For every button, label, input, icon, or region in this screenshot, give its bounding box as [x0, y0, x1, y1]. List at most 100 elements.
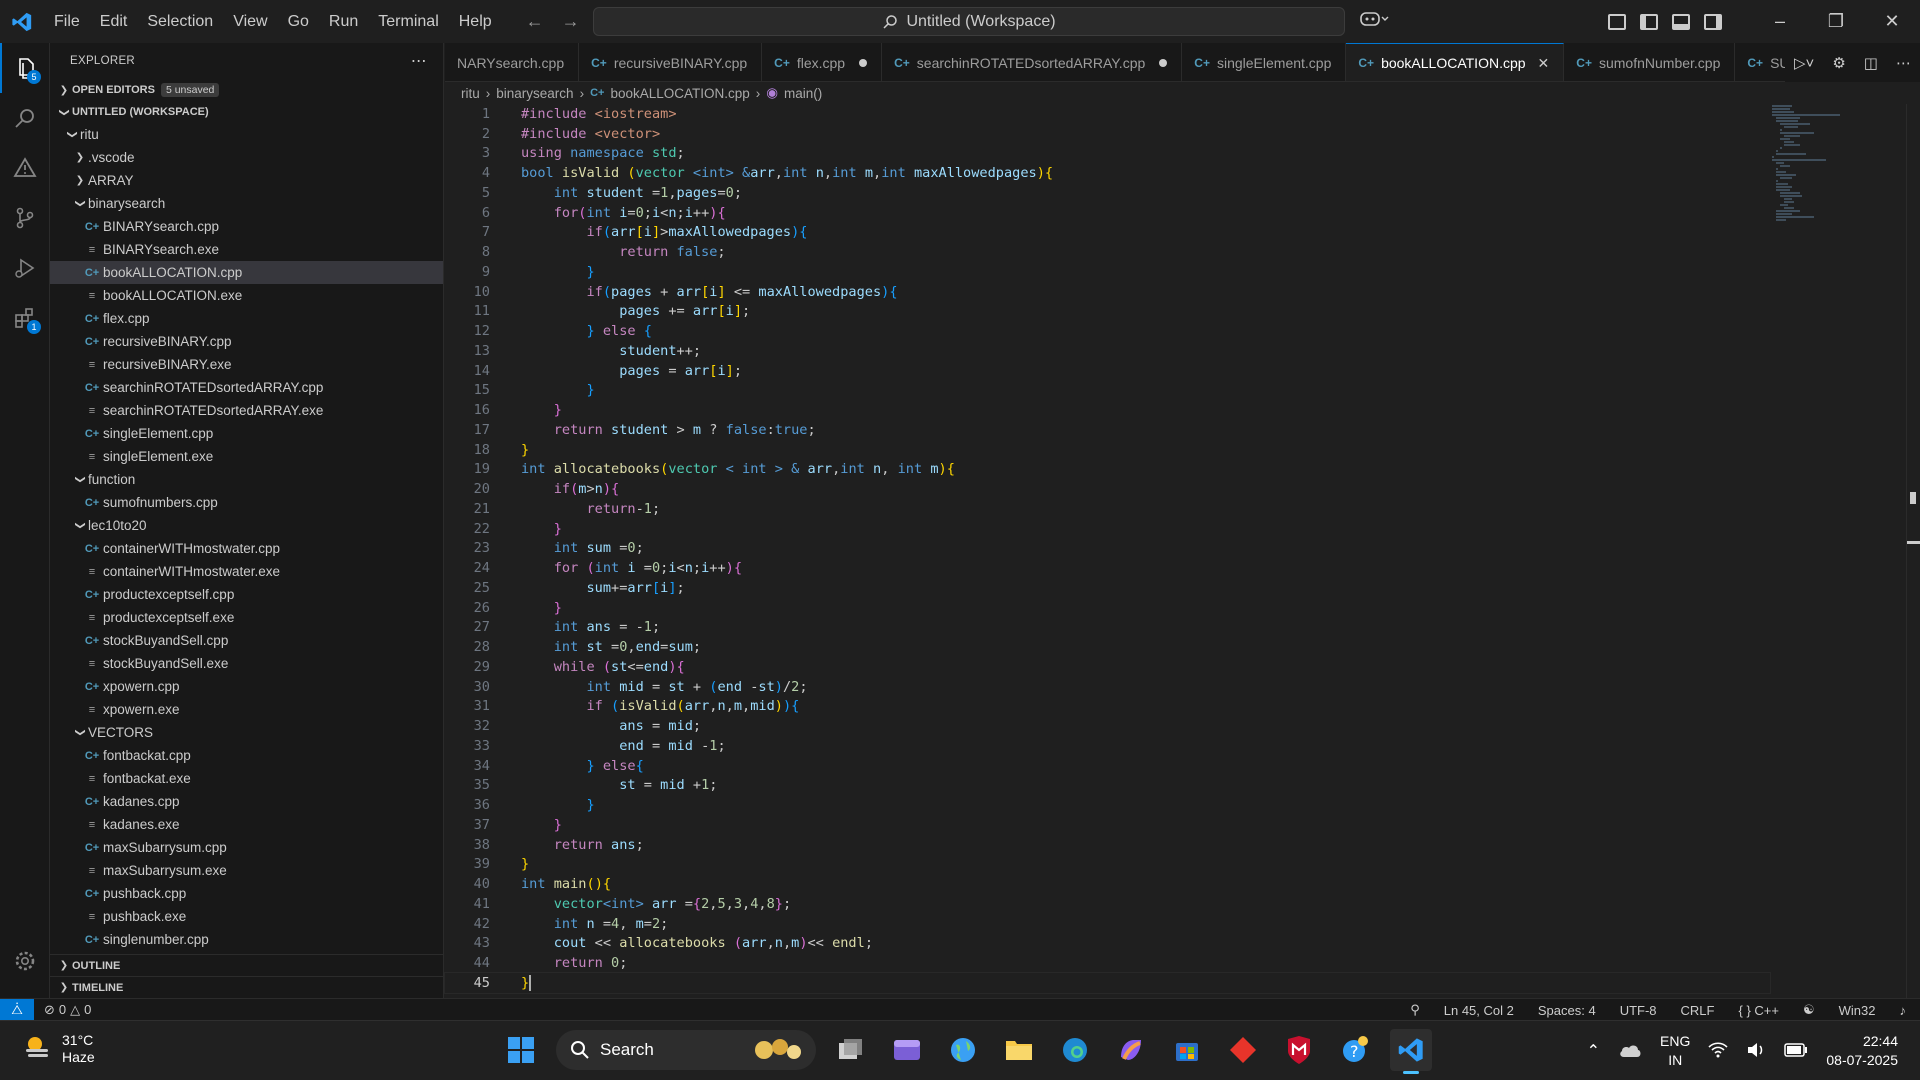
code-line[interactable]: 44 return 0; — [445, 953, 1770, 973]
tree-item[interactable]: C+ sumofnumbers.cpp — [50, 491, 443, 514]
code-line[interactable]: 38 return ans; — [445, 835, 1770, 855]
restore-icon[interactable]: ❐ — [1808, 0, 1864, 43]
encoding[interactable]: UTF-8 — [1620, 1003, 1657, 1018]
tree-item[interactable]: C+ bookALLOCATION.cpp — [50, 261, 443, 284]
code-line[interactable]: 22 } — [445, 519, 1770, 539]
tree-item[interactable]: ≡ stockBuyandSell.exe — [50, 652, 443, 675]
language-mode[interactable]: { } C++ — [1738, 1003, 1779, 1018]
more-actions-icon[interactable]: ⋯ — [1896, 54, 1911, 72]
code-line[interactable]: 16 } — [445, 400, 1770, 420]
code-line[interactable]: 34 } else{ — [445, 756, 1770, 776]
extensions-activity[interactable]: 1 — [0, 293, 50, 343]
clock[interactable]: 22:44 08-07-2025 — [1826, 1032, 1898, 1070]
menu-help[interactable]: Help — [449, 0, 502, 43]
tree-item[interactable]: ≡ xpowern.exe — [50, 698, 443, 721]
tree-item[interactable]: C+ maxSubarrysum.cpp — [50, 836, 443, 859]
battery-icon[interactable] — [1784, 1042, 1808, 1060]
code-line[interactable]: 30 int mid = st + (end -st)/2; — [445, 677, 1770, 697]
code-line[interactable]: 5 int student =1,pages=0; — [445, 183, 1770, 203]
bell-icon[interactable]: ♪ — [1900, 1003, 1907, 1018]
chevron-up-icon[interactable]: ⌃ — [1587, 1041, 1600, 1061]
tree-item[interactable]: C+ xpowern.cpp — [50, 675, 443, 698]
code-line[interactable]: 1 #include <iostream> — [445, 104, 1770, 124]
code-line[interactable]: 15 } — [445, 381, 1770, 401]
menu-run[interactable]: Run — [319, 0, 368, 43]
gear-icon[interactable]: ⚙ — [1832, 54, 1845, 72]
tree-item[interactable]: C+ stockBuyandSell.cpp — [50, 629, 443, 652]
code-line[interactable]: 27 int ans = -1; — [445, 618, 1770, 638]
code-line[interactable]: 4 bool isValid (vector <int> &arr,int n,i… — [445, 163, 1770, 183]
menu-edit[interactable]: Edit — [90, 0, 138, 43]
tree-item[interactable]: C+ singlenumber.cpp — [50, 928, 443, 951]
toggle-secondary-sidebar-icon[interactable] — [1704, 13, 1722, 30]
code-line[interactable]: 32 ans = mid; — [445, 716, 1770, 736]
code-line[interactable]: 23 int sum =0; — [445, 539, 1770, 559]
tree-item[interactable]: C+ flex.cpp — [50, 307, 443, 330]
settings-activity[interactable] — [0, 936, 50, 986]
tree-item[interactable]: ≡ productexceptself.exe — [50, 606, 443, 629]
minimize-icon[interactable]: – — [1752, 0, 1808, 43]
tree-item[interactable]: ≡ bookALLOCATION.exe — [50, 284, 443, 307]
problems-activity[interactable] — [0, 143, 50, 193]
code-line[interactable]: 29 while (st<=end){ — [445, 657, 1770, 677]
code-line[interactable]: 13 student++; — [445, 341, 1770, 361]
editor-tab[interactable]: C+ bookALLOCATION.cpp ✕ — [1346, 43, 1565, 81]
code-line[interactable]: 45} — [444, 972, 1771, 994]
start-button[interactable] — [500, 1029, 542, 1071]
menu-view[interactable]: View — [223, 0, 277, 43]
customize-layout-icon[interactable] — [1608, 13, 1626, 30]
code-line[interactable]: 36 } — [445, 795, 1770, 815]
code-editor[interactable]: 1 #include <iostream> 2 #include <vector> 3 u… — [444, 104, 1920, 998]
breadcrumb-symbol[interactable]: main() — [784, 86, 822, 101]
tree-item[interactable]: ❯ function — [50, 468, 443, 491]
edge-browser-icon[interactable] — [1054, 1029, 1096, 1071]
search-activity[interactable] — [0, 93, 50, 143]
more-actions-icon[interactable]: ⋯ — [411, 51, 427, 71]
code-line[interactable]: 12 } else { — [445, 321, 1770, 341]
task-view-icon[interactable] — [830, 1029, 872, 1071]
back-arrow-icon[interactable]: ← — [526, 11, 544, 32]
menu-go[interactable]: Go — [278, 0, 319, 43]
microsoft-store-icon[interactable] — [1166, 1029, 1208, 1071]
code-line[interactable]: 18} — [445, 440, 1770, 460]
menu-terminal[interactable]: Terminal — [368, 0, 448, 43]
tree-item[interactable]: ❯ .vscode — [50, 146, 443, 169]
tree-item[interactable]: ≡ recursiveBINARY.exe — [50, 353, 443, 376]
code-line[interactable]: 9 } — [445, 262, 1770, 282]
code-line[interactable]: 2 #include <vector> — [445, 124, 1770, 144]
outline-section[interactable]: ❯ OUTLINE — [50, 954, 443, 976]
editor-tab[interactable]: C+ recursiveBINARY.cpp — [579, 43, 763, 81]
code-line[interactable]: 17 return student > m ? false:true; — [445, 420, 1770, 440]
file-explorer-icon[interactable] — [998, 1029, 1040, 1071]
wifi-icon[interactable] — [1708, 1041, 1728, 1061]
zoom-icon[interactable]: ⚲ — [1410, 1002, 1420, 1018]
close-tab-icon[interactable]: ✕ — [1538, 55, 1550, 72]
tree-item[interactable]: C+ containerWITHmostwater.cpp — [50, 537, 443, 560]
problems-indicator[interactable]: ⊘ 0 △ 0 — [44, 1002, 91, 1018]
tree-item[interactable]: ≡ BINARYsearch.exe — [50, 238, 443, 261]
tree-item[interactable]: ≡ searchinROTATEDsortedARRAY.exe — [50, 399, 443, 422]
code-line[interactable]: 3 using namespace std; — [445, 144, 1770, 164]
code-line[interactable]: 14 pages = arr[i]; — [445, 361, 1770, 381]
code-line[interactable]: 31 if (isValid(arr,n,m,mid)){ — [445, 697, 1770, 717]
tree-item[interactable]: C+ pushback.cpp — [50, 882, 443, 905]
code-line[interactable]: 11 pages += arr[i]; — [445, 302, 1770, 322]
onedrive-cloud-icon[interactable] — [1618, 1042, 1642, 1061]
forward-arrow-icon[interactable]: → — [562, 11, 580, 32]
tree-item[interactable]: ❯ lec10to20 — [50, 514, 443, 537]
tree-item[interactable]: ≡ singleElement.exe — [50, 445, 443, 468]
code-line[interactable]: 8 return false; — [445, 242, 1770, 262]
code-line[interactable]: 7 if(arr[i]>maxAllowedpages){ — [445, 223, 1770, 243]
code-line[interactable]: 40 int main(){ — [445, 874, 1770, 894]
code-line[interactable]: 10 if(pages + arr[i] <= maxAllowedpages)… — [445, 282, 1770, 302]
tree-item[interactable]: C+ productexceptself.cpp — [50, 583, 443, 606]
cursor-position[interactable]: Ln 45, Col 2 — [1444, 1003, 1514, 1018]
vertical-scrollbar[interactable] — [1906, 104, 1920, 998]
minimap[interactable] — [1770, 104, 1880, 224]
explorer-activity[interactable]: 5 — [0, 43, 50, 93]
breadcrumb-folder[interactable]: binarysearch — [496, 86, 573, 101]
toggle-panel-icon[interactable] — [1672, 13, 1690, 30]
open-editors-section[interactable]: ❯ OPEN EDITORS 5 unsaved — [50, 79, 443, 101]
code-line[interactable]: 19 int allocatebooks(vector < int > & arr… — [445, 460, 1770, 480]
editor-tab[interactable]: NARYsearch.cpp — [445, 43, 580, 81]
